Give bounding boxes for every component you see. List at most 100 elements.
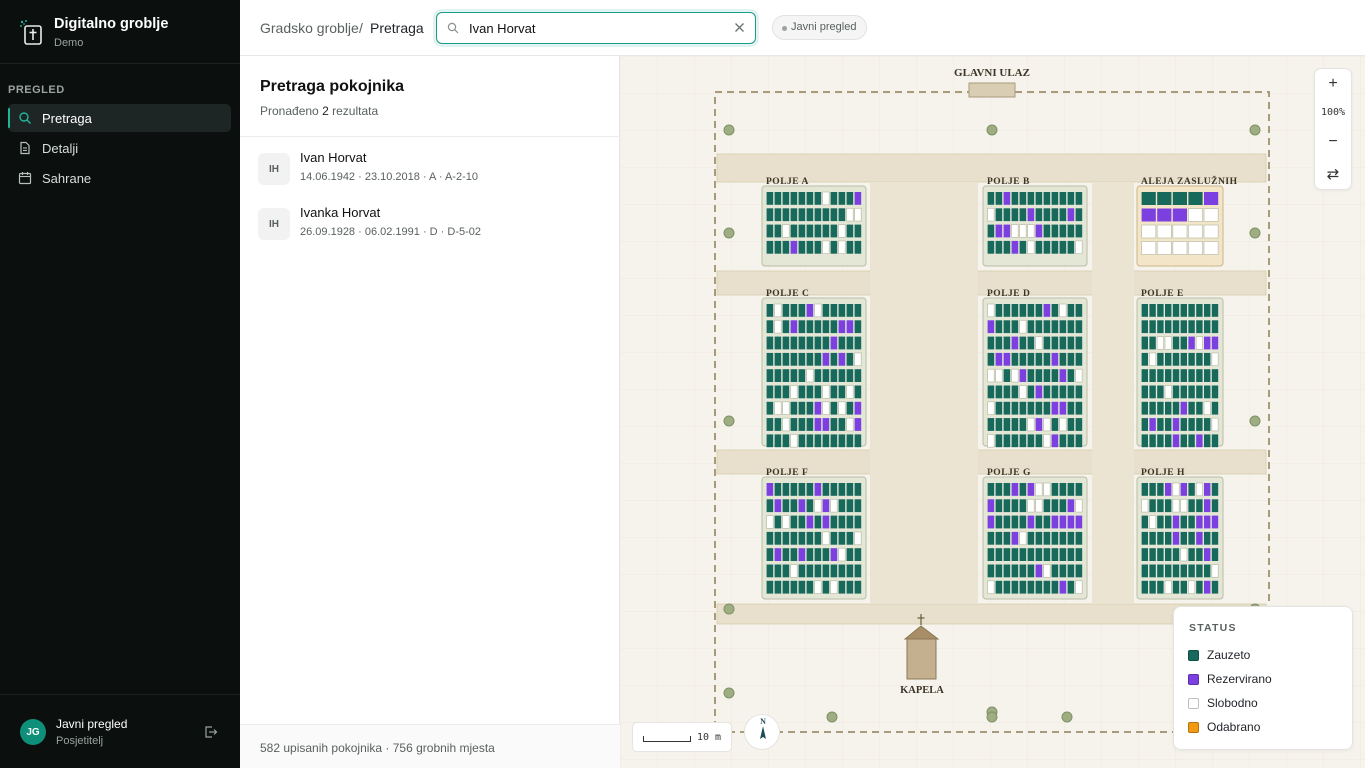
close-icon[interactable] xyxy=(734,22,745,33)
grave-plot xyxy=(1157,564,1164,578)
grave-plot xyxy=(1149,531,1156,545)
grave-plot xyxy=(790,352,798,366)
sidebar-item-label: Sahrane xyxy=(42,170,92,186)
grave-field[interactable]: POLJE H xyxy=(1136,468,1224,600)
grave-plot xyxy=(1059,352,1067,366)
grave-plot xyxy=(798,240,806,254)
grave-plot xyxy=(806,499,814,513)
grave-plot xyxy=(814,580,822,594)
grave-plot xyxy=(1035,224,1043,238)
grave-plot xyxy=(995,304,1003,317)
tree-icon xyxy=(986,124,998,136)
breadcrumb-root[interactable]: Gradsko groblje xyxy=(260,20,359,36)
zoom-out-button[interactable]: − xyxy=(1315,133,1351,151)
grave-field[interactable]: POLJE E xyxy=(1136,289,1224,448)
grave-plot xyxy=(1043,482,1051,497)
grave-plot xyxy=(854,336,862,350)
grave-plot xyxy=(854,483,862,496)
grave-plot xyxy=(1204,418,1211,431)
grave-plot xyxy=(798,483,806,496)
grave-plot xyxy=(1019,548,1027,561)
grave-field[interactable]: POLJE D xyxy=(982,289,1088,448)
grave-plot xyxy=(1003,369,1011,382)
grave-plot xyxy=(1035,434,1043,448)
grave-plot xyxy=(790,208,798,222)
grave-plot xyxy=(1035,531,1043,545)
grave-plot xyxy=(1027,401,1035,415)
search-input[interactable] xyxy=(469,17,719,39)
logout-icon[interactable] xyxy=(204,725,218,739)
grave-plot xyxy=(1019,385,1027,399)
grave-plot xyxy=(806,368,814,383)
grave-field[interactable]: POLJE F xyxy=(761,468,867,600)
grave-plot xyxy=(806,434,814,448)
entrance-label: GLAVNI ULAZ xyxy=(954,67,1030,79)
grave-field[interactable]: POLJE C xyxy=(761,289,867,448)
grave-plot xyxy=(1157,320,1164,334)
tree-icon xyxy=(723,603,735,615)
grave-plot xyxy=(1165,418,1172,431)
grave-plot xyxy=(1172,548,1180,561)
grave-plot xyxy=(806,531,814,545)
grave-plot xyxy=(1141,401,1148,415)
grave-field[interactable]: ALEJA ZASLUŽNIH xyxy=(1136,175,1238,267)
results-count-text: Pronađeno 2 rezultata xyxy=(260,104,378,118)
cemetery-map[interactable]: GLAVNI ULAZ POLJE A POLJE B ALEJA ZASLUŽNI… xyxy=(620,56,1365,768)
grave-plot xyxy=(798,352,806,366)
grave-plot xyxy=(782,531,790,545)
grave-plot xyxy=(798,369,806,382)
grave-plot xyxy=(1149,499,1156,513)
grave-plot xyxy=(1165,499,1172,513)
grave-plot xyxy=(1067,548,1075,561)
zoom-in-button[interactable]: + xyxy=(1315,75,1351,93)
grave-plot xyxy=(1011,208,1019,222)
grave-field[interactable]: POLJE A xyxy=(761,177,867,267)
result-item[interactable]: IH Ivan Horvat 14.06.1942 · 23.10.2018 ·… xyxy=(240,150,620,205)
results-count-suffix: rezultata xyxy=(332,104,379,118)
grave-plot xyxy=(782,548,790,561)
swap-view-button[interactable]: ⇄ xyxy=(1315,165,1351,183)
sidebar-item-sahrane[interactable]: Sahrane xyxy=(8,164,231,192)
grave-plot xyxy=(1172,320,1180,334)
grave-plot xyxy=(774,336,782,350)
tree-icon xyxy=(723,227,735,239)
grave-plot xyxy=(1172,369,1180,382)
result-item[interactable]: IH Ivanka Horvat 26.09.1928 · 06.02.1991… xyxy=(240,205,620,260)
grave-plot xyxy=(1035,401,1043,415)
grave-plot xyxy=(1157,515,1164,529)
legend-swatch xyxy=(1188,721,1199,733)
grave-plot xyxy=(1043,320,1051,334)
sidebar-item-detalji[interactable]: Detalji xyxy=(8,134,231,162)
grave-plot xyxy=(1035,208,1043,222)
main-gate xyxy=(968,82,1016,98)
grave-plot xyxy=(766,580,774,594)
grave-plot xyxy=(830,498,838,513)
grave-plot xyxy=(1075,352,1083,366)
grave-plot xyxy=(1204,192,1219,205)
sidebar-item-pretraga[interactable]: Pretraga xyxy=(8,104,231,132)
grave-plot xyxy=(1059,548,1067,561)
legend-label: Rezervirano xyxy=(1207,672,1272,686)
grave-plot xyxy=(1051,548,1059,561)
records-summary: 582 upisanih pokojnika · 756 grobnih mje… xyxy=(260,741,495,755)
grave-plot xyxy=(822,483,830,496)
grave-plot xyxy=(1003,385,1011,399)
grave-plot xyxy=(1059,320,1067,334)
grave-plot xyxy=(766,483,774,496)
grave-plot xyxy=(1188,241,1203,255)
grave-plot xyxy=(1172,401,1180,415)
grave-plot xyxy=(1196,385,1203,399)
grave-plot xyxy=(806,224,814,238)
calendar-icon xyxy=(18,172,32,185)
grave-plot xyxy=(1011,336,1019,350)
grave-plot xyxy=(774,548,782,561)
grave-plot xyxy=(1019,418,1027,431)
grave-plot xyxy=(1188,548,1195,561)
grave-plot xyxy=(1188,224,1203,239)
grave-plot xyxy=(1011,401,1019,415)
grave-field[interactable]: POLJE G xyxy=(982,468,1088,600)
grave-field[interactable]: POLJE B xyxy=(982,177,1088,267)
grave-plot xyxy=(798,531,806,545)
grave-plot xyxy=(830,434,838,448)
grave-plot xyxy=(1051,320,1059,334)
